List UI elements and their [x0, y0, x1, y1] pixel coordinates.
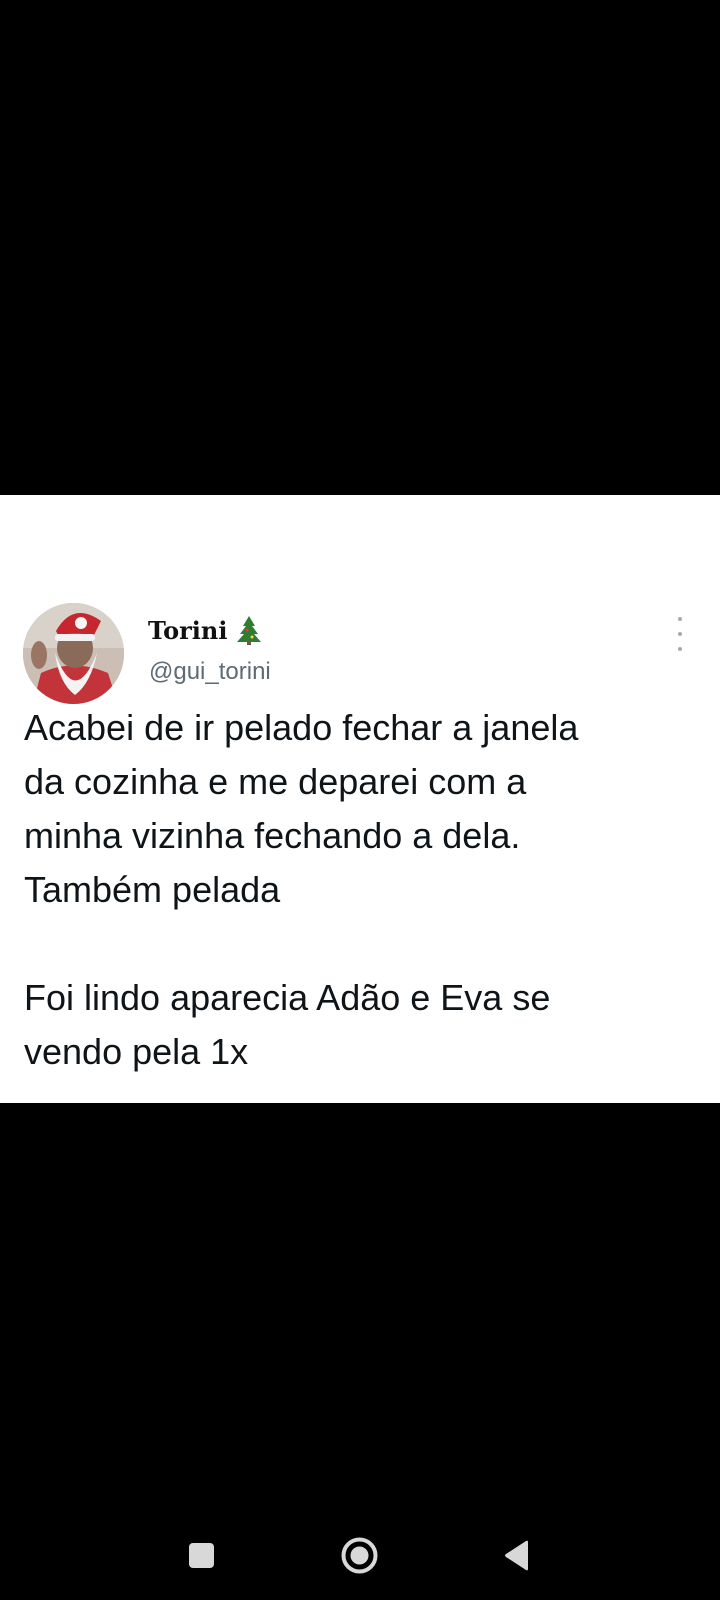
back-triangle-icon[interactable] [503, 1540, 530, 1571]
recents-square-icon[interactable] [189, 1543, 214, 1568]
handle[interactable]: @gui_torini [149, 658, 271, 686]
home-circle-icon[interactable] [341, 1537, 378, 1574]
screen: Torini @gui_torini Acabei de ir pelado f… [0, 0, 720, 1600]
display-name-text: Torini [148, 615, 228, 645]
navigation-bar [0, 1500, 720, 1600]
avatar[interactable] [23, 603, 124, 704]
more-vertical-icon[interactable] [668, 617, 692, 651]
dot [678, 647, 682, 651]
display-name[interactable]: Torini [148, 615, 263, 645]
dot [678, 632, 682, 636]
santa-avatar-icon [23, 603, 124, 704]
tweet-text: Acabei de ir pelado fechar a janela da c… [24, 707, 579, 1072]
dot [678, 617, 682, 621]
tweet-card[interactable]: Torini @gui_torini Acabei de ir pelado f… [0, 495, 720, 1103]
christmas-tree-icon [237, 616, 262, 645]
